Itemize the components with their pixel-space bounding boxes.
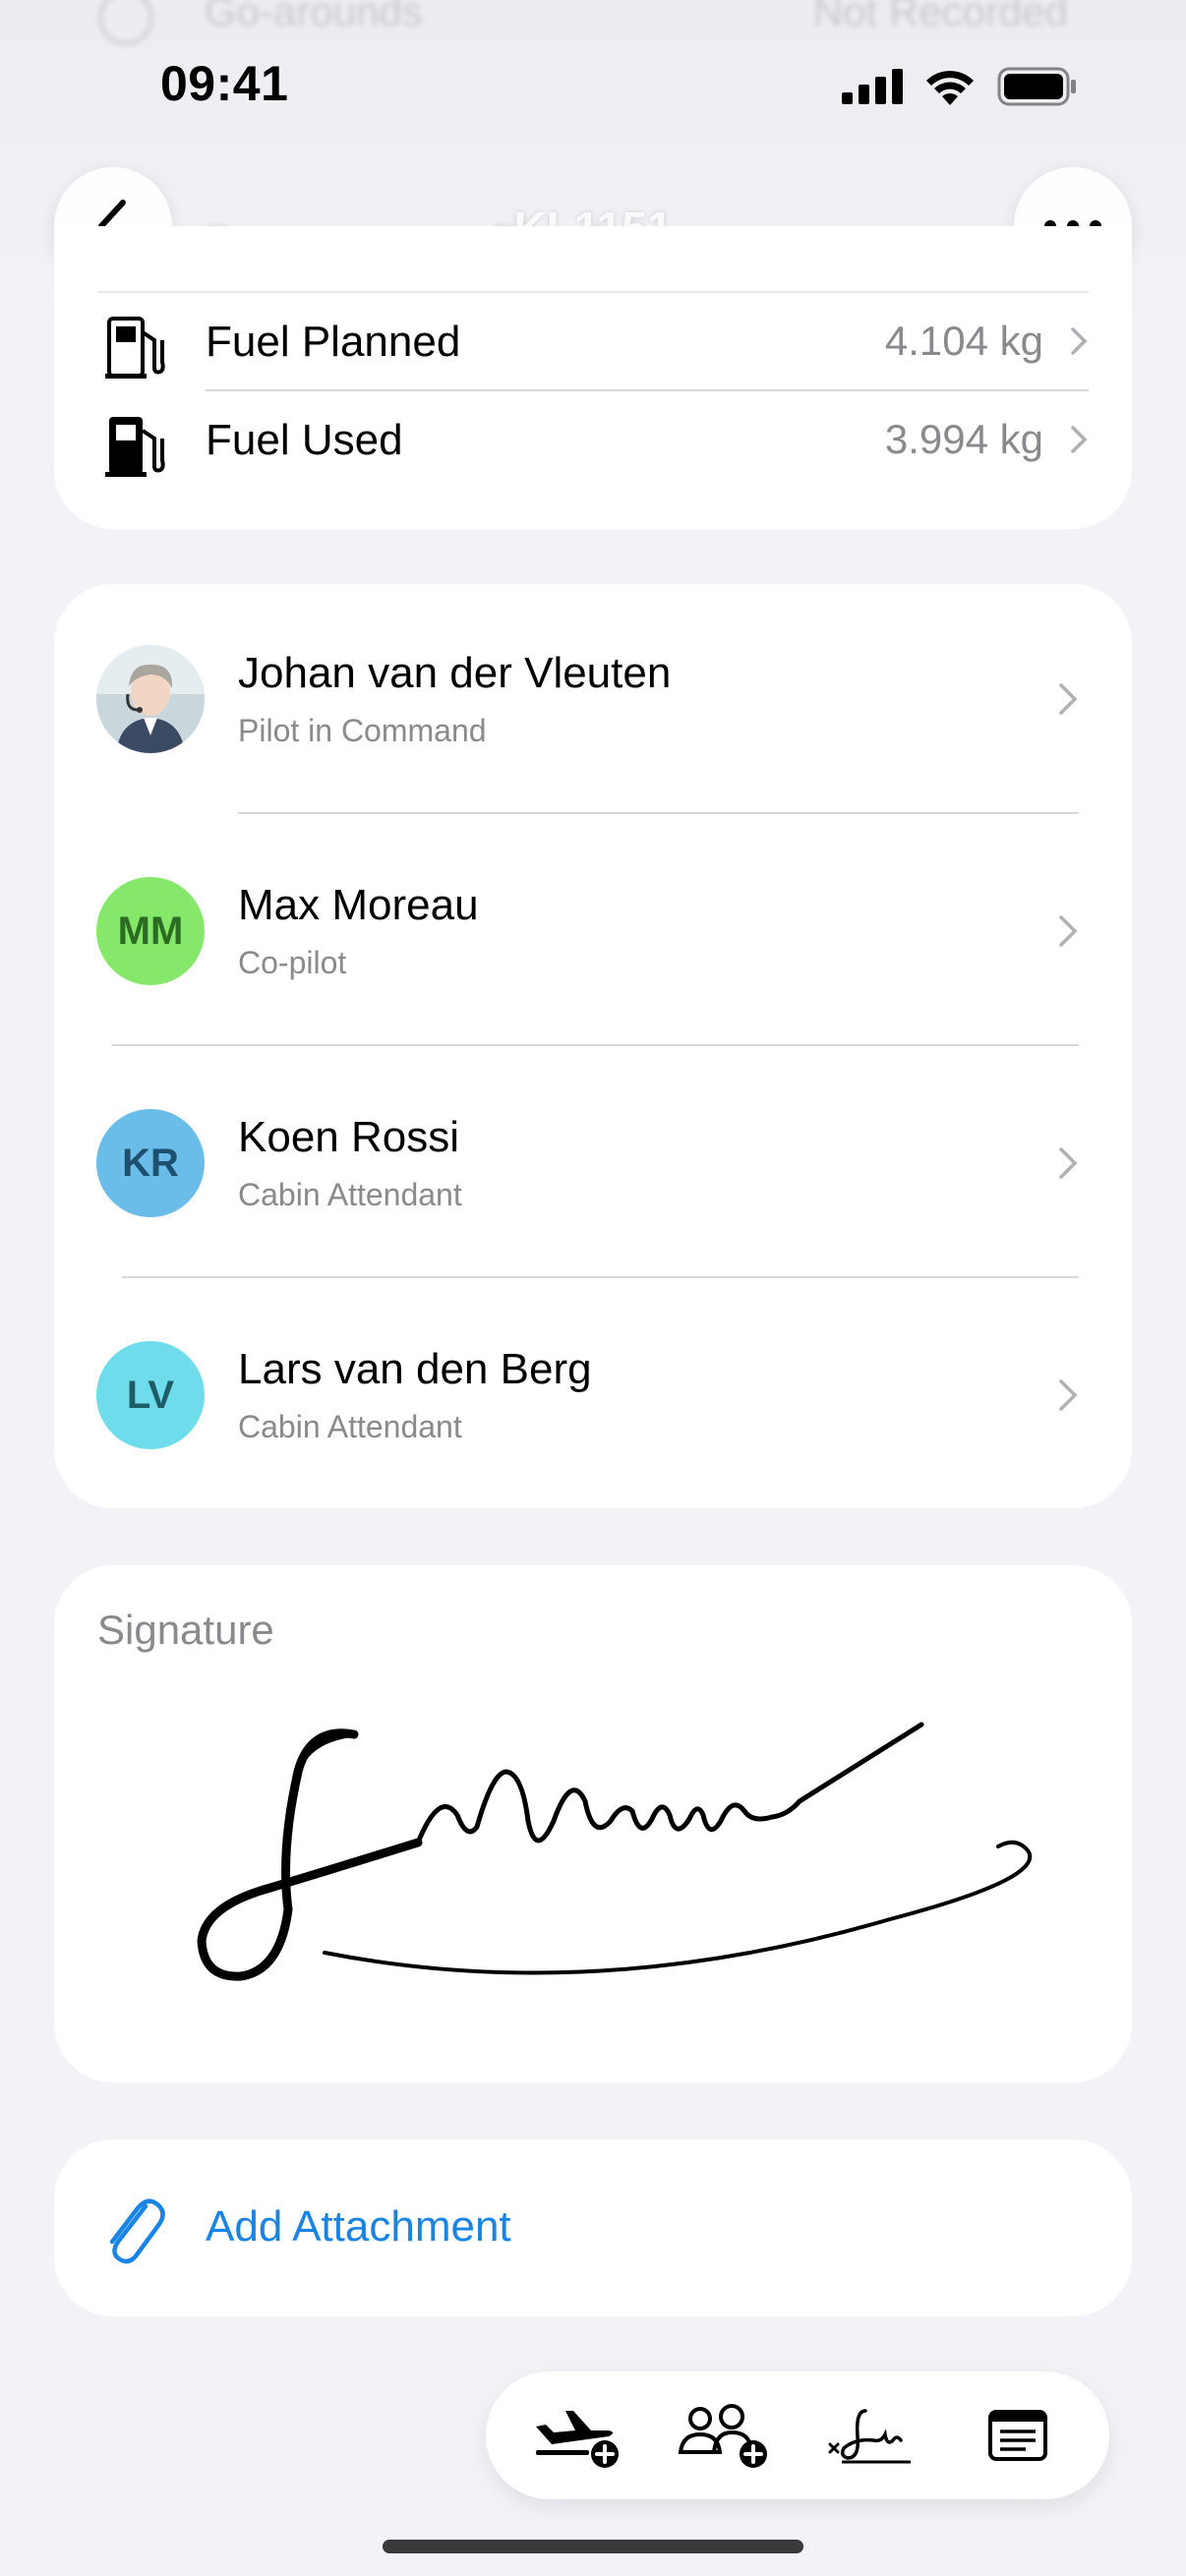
chevron-right-icon xyxy=(1071,327,1088,355)
fuel-value: 3.994 kg xyxy=(884,416,1043,462)
chevron-right-icon xyxy=(1059,1147,1078,1179)
add-attachment-label: Add Attachment xyxy=(206,2202,511,2251)
notes-icon xyxy=(988,2410,1048,2461)
crew-row[interactable]: Johan van der Vleuten Pilot in Command xyxy=(54,584,1132,816)
crew-card: Johan van der Vleuten Pilot in Command M… xyxy=(54,584,1132,1508)
battery-icon xyxy=(997,67,1076,106)
fuel-used-row[interactable]: Fuel Used 3.994 kg xyxy=(54,391,1132,490)
crew-role: Cabin Attendant xyxy=(238,1409,462,1444)
crew-name: Koen Rossi xyxy=(238,1113,460,1161)
avatar: LV xyxy=(96,1341,205,1449)
add-attachment-button[interactable]: Add Attachment xyxy=(54,2139,1132,2316)
home-indicator xyxy=(383,2540,803,2553)
sign-button[interactable] xyxy=(817,2391,925,2480)
wifi-icon xyxy=(926,71,974,105)
crew-role: Co-pilot xyxy=(238,945,347,980)
fuel-label: Fuel Planned xyxy=(206,318,461,366)
fuel-card: Fuel Planned 4.104 kg Fuel Used 3.994 kg xyxy=(54,226,1132,529)
add-flight-button[interactable] xyxy=(523,2391,631,2480)
signature-drawing xyxy=(197,1722,1033,1981)
status-time: 09:41 xyxy=(160,56,289,111)
add-crew-button[interactable] xyxy=(670,2391,778,2480)
fuel-value: 4.104 kg xyxy=(884,318,1043,364)
signature-icon xyxy=(828,2409,911,2464)
divider xyxy=(238,812,1079,814)
status-bar: 09:41 xyxy=(0,0,1186,147)
fuel-pump-filled-icon xyxy=(105,417,165,477)
crew-role: Cabin Attendant xyxy=(238,1177,462,1212)
avatar: MM xyxy=(96,877,205,985)
fuel-label: Fuel Used xyxy=(206,416,403,464)
crew-row[interactable]: MM Max Moreau Co-pilot xyxy=(54,816,1132,1048)
paperclip-icon xyxy=(109,2198,165,2264)
chevron-right-icon xyxy=(1059,915,1078,947)
divider xyxy=(112,1044,1079,1046)
divider xyxy=(122,1276,1079,1278)
avatar xyxy=(96,645,205,753)
avatar: KR xyxy=(96,1109,205,1217)
bottom-toolbar xyxy=(486,2371,1109,2499)
signature-title: Signature xyxy=(97,1607,274,1653)
pilot-photo-icon xyxy=(96,645,205,753)
chevron-right-icon xyxy=(1059,683,1078,715)
fuel-planned-row[interactable]: Fuel Planned 4.104 kg xyxy=(54,293,1132,391)
fuel-pump-icon xyxy=(105,317,165,379)
crew-row[interactable]: LV Lars van den Berg Cabin Attendant xyxy=(54,1280,1132,1512)
crew-name: Max Moreau xyxy=(238,881,479,929)
cellular-signal-icon xyxy=(842,69,903,104)
chevron-right-icon xyxy=(1059,1379,1078,1411)
crew-row[interactable]: KR Koen Rossi Cabin Attendant xyxy=(54,1048,1132,1280)
chevron-right-icon xyxy=(1071,426,1088,453)
crew-name: Lars van den Berg xyxy=(238,1345,592,1393)
crew-role: Pilot in Command xyxy=(238,713,487,748)
status-icons xyxy=(842,67,1078,106)
add-crew-icon xyxy=(679,2404,768,2468)
notes-button[interactable] xyxy=(964,2391,1072,2480)
crew-name: Johan van der Vleuten xyxy=(238,649,672,697)
signature-card[interactable]: Signature xyxy=(54,1565,1132,2082)
add-flight-icon xyxy=(535,2411,619,2468)
